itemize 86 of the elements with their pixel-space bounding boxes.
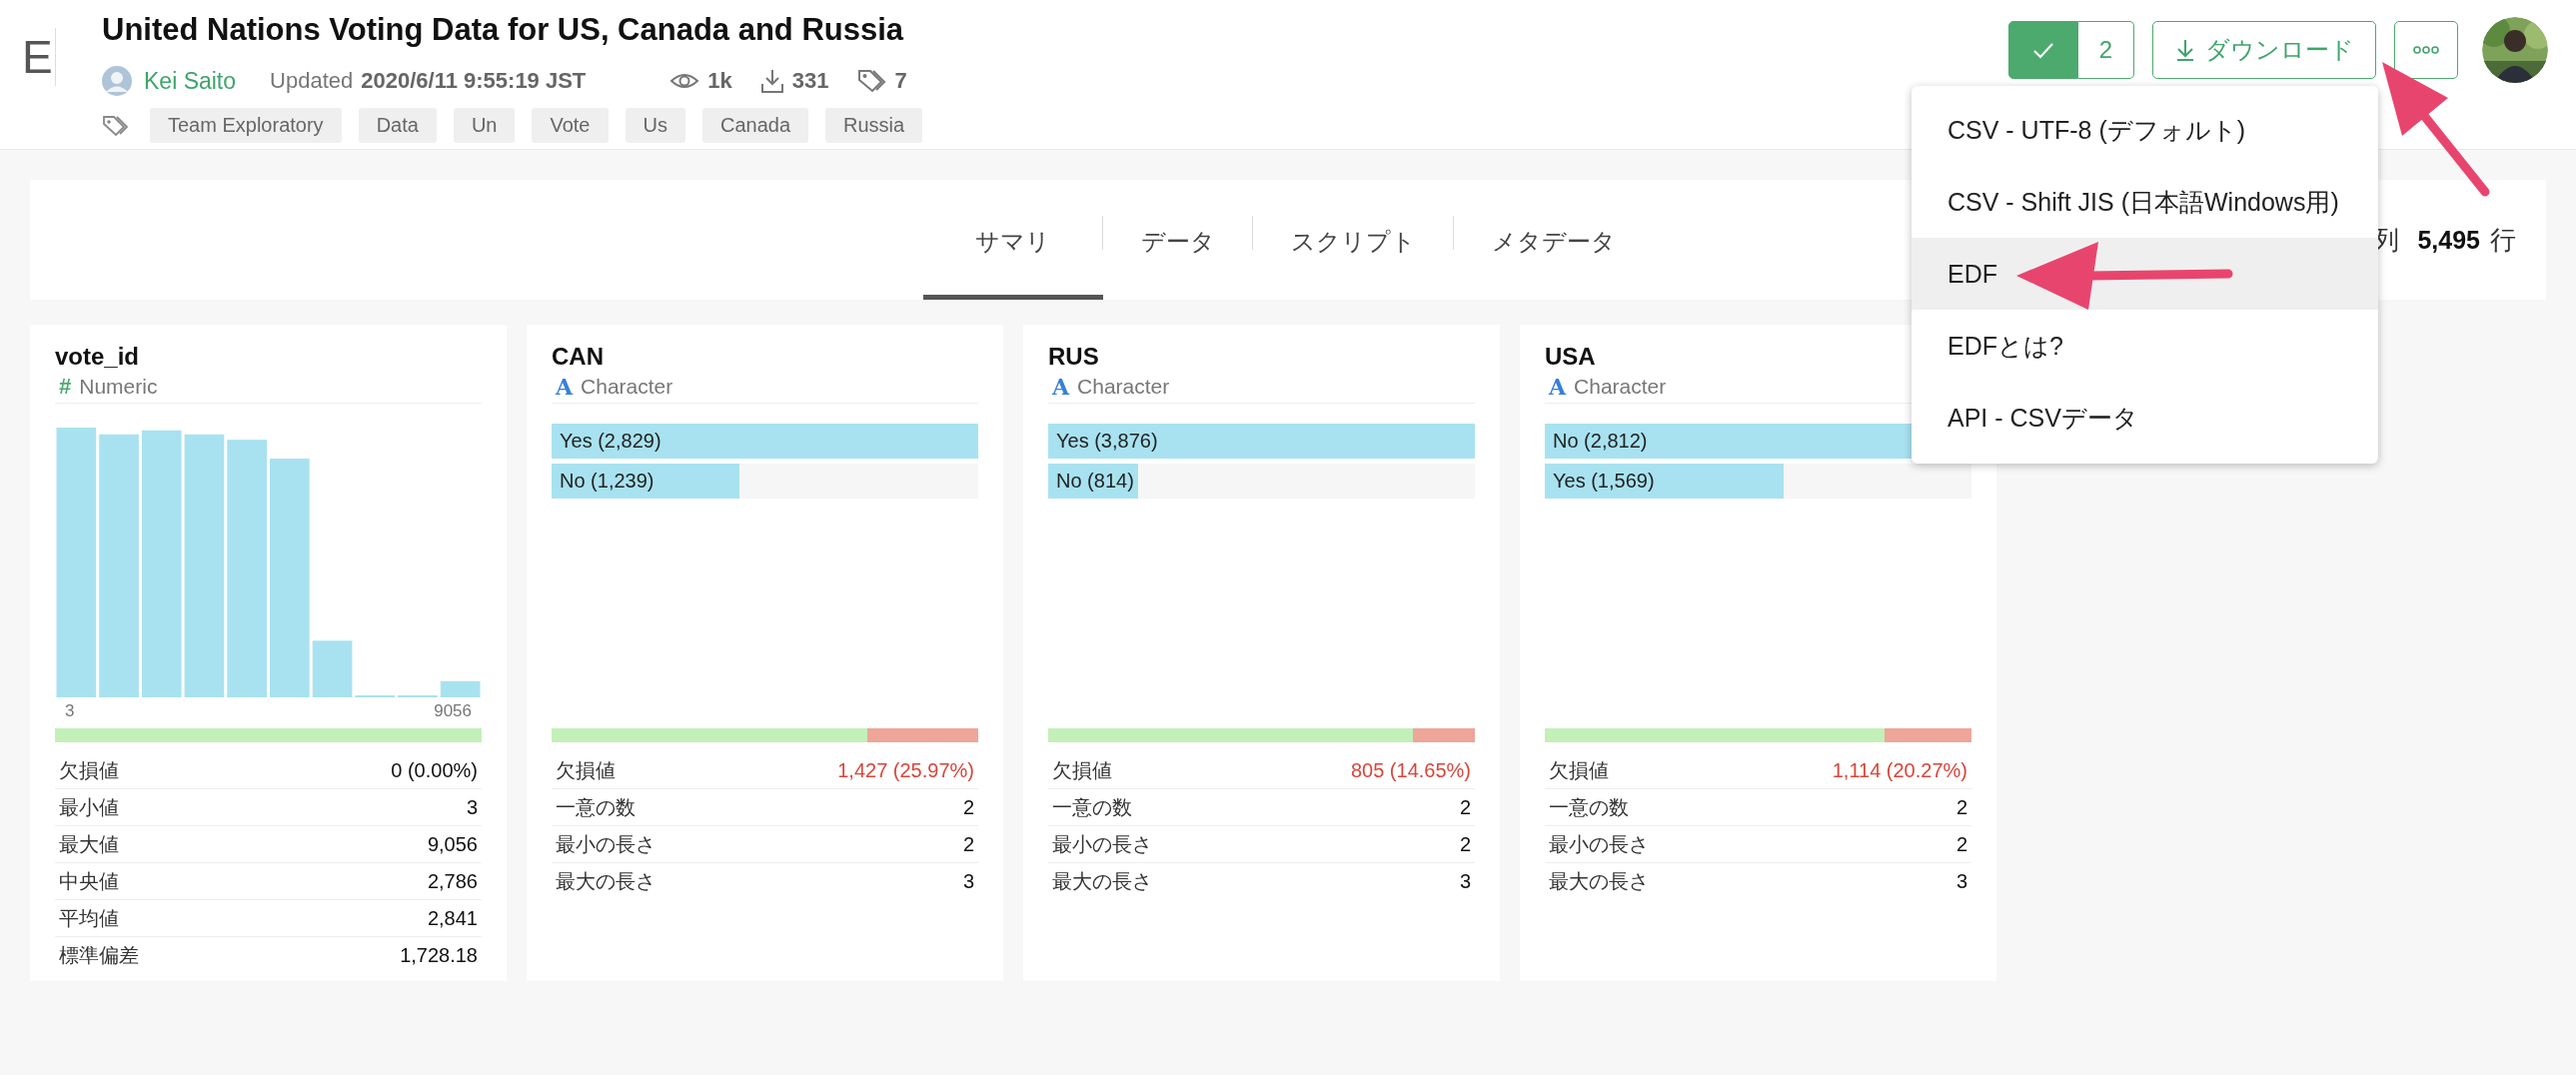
category-bar[interactable]: Yes (3,876) <box>1048 424 1475 459</box>
stat-label: 欠損値 <box>1052 757 1112 783</box>
stat-value: 3 <box>1955 869 1967 893</box>
stat-label: 最小の長さ <box>556 831 655 857</box>
tag-chip[interactable]: Canada <box>701 108 808 143</box>
tab[interactable]: スクリプト <box>1252 180 1454 300</box>
stat-label: 一意の数 <box>1549 794 1629 820</box>
stat-label: 最小の長さ <box>1052 831 1152 857</box>
category-bar[interactable]: No (1,239) <box>552 464 739 499</box>
stat-label: 欠損値 <box>556 757 616 783</box>
category-bar[interactable]: Yes (1,569) <box>1545 464 1785 499</box>
stat-label: 欠損値 <box>59 757 119 783</box>
more-button[interactable] <box>2394 21 2458 79</box>
column-name: CAN <box>552 343 605 371</box>
axis-label: 3 <box>65 701 75 721</box>
type-icon: # <box>59 374 72 400</box>
menu-item[interactable]: CSV - UTF-8 (デフォルト) <box>1912 94 2378 166</box>
stat-value: 9,056 <box>427 832 478 856</box>
tag-chip[interactable]: Team Exploratory <box>150 108 342 143</box>
stat-value: 2 <box>962 832 974 856</box>
column-type: Character <box>581 375 673 399</box>
tag-chip[interactable]: Data <box>358 108 437 143</box>
stat-value: 1,728.18 <box>400 943 478 967</box>
stat-label: 最小値 <box>59 794 119 820</box>
stat-value: 2 <box>1955 795 1967 819</box>
more-icon <box>2413 45 2439 55</box>
tag-count: 7 <box>894 68 907 94</box>
download-icon <box>2174 38 2195 62</box>
stat-value: 3 <box>466 795 478 819</box>
row-count: 5,495 <box>2417 225 2480 255</box>
stat-value: 2 <box>1459 832 1471 856</box>
type-icon: A <box>556 374 574 400</box>
stat-label: 欠損値 <box>1549 757 1609 783</box>
tag-chip[interactable]: Vote <box>532 108 609 143</box>
view-count: 1k <box>707 68 732 94</box>
stat-value: 2 <box>962 795 974 819</box>
stat-label: 平均値 <box>59 905 119 931</box>
stat-value: 3 <box>1459 869 1471 893</box>
stat-value: 1,114 (20.27%) <box>1832 758 1967 782</box>
stat-label: 最大値 <box>59 831 119 857</box>
row-count-label: 行 <box>2490 223 2516 257</box>
stat-value: 2,786 <box>427 869 478 893</box>
column-name: RUS <box>1048 343 1100 371</box>
menu-item[interactable]: EDFとは? <box>1912 310 2378 382</box>
column-type: Character <box>1574 375 1667 399</box>
stat-label: 最大の長さ <box>556 868 655 894</box>
stat-value: 2 <box>1459 795 1471 819</box>
stat-label: 一意の数 <box>556 794 636 820</box>
stat-label: 最小の長さ <box>1549 831 1649 857</box>
tab[interactable]: データ <box>1102 180 1253 300</box>
stat-value: 0 (0.00%) <box>391 758 478 782</box>
dataset-title: United Nations Voting Data for US, Canada and Russia <box>102 12 905 49</box>
column-name: vote_id <box>55 343 141 371</box>
download-icon <box>759 68 784 94</box>
updated-label: Updated <box>270 68 354 94</box>
histogram-bar <box>312 640 353 697</box>
tab[interactable]: メタデータ <box>1453 180 1654 300</box>
stat-value: 2 <box>1955 832 1967 856</box>
logo[interactable]: E <box>0 28 56 86</box>
menu-item[interactable]: CSV - Shift JIS (日本語Windows用) <box>1912 166 2378 238</box>
tag-icon <box>856 68 887 94</box>
tab[interactable]: サマリ <box>922 180 1103 300</box>
category-bar[interactable]: Yes (2,829) <box>552 424 978 459</box>
stat-value: 1,427 (25.97%) <box>837 758 974 782</box>
histogram-bar <box>440 680 481 697</box>
tag-icon <box>102 113 130 138</box>
type-icon: A <box>1549 374 1567 400</box>
stat-label: 標準偏差 <box>59 942 139 968</box>
column-type: Character <box>1077 375 1170 399</box>
stat-label: 最大の長さ <box>1549 868 1649 894</box>
download-count: 331 <box>791 68 829 94</box>
updated-date: 2020/6/11 9:55:19 JST <box>361 68 587 94</box>
stat-label: 一意の数 <box>1052 794 1132 820</box>
category-bar[interactable]: No (814) <box>1048 464 1138 499</box>
stat-label: 最大の長さ <box>1052 868 1152 894</box>
stat-value: 2,841 <box>427 906 478 930</box>
stat-value: 3 <box>962 869 974 893</box>
tag-chip[interactable]: Us <box>625 108 685 143</box>
column-type: Numeric <box>79 375 158 399</box>
stat-label: 中央値 <box>59 868 119 894</box>
stat-value: 805 (14.65%) <box>1350 758 1471 782</box>
tag-chip[interactable]: Russia <box>825 108 923 143</box>
author-avatar <box>102 66 132 96</box>
type-icon: A <box>1052 374 1070 400</box>
tag-chip[interactable]: Un <box>453 108 516 143</box>
axis-label: 9056 <box>434 701 472 721</box>
